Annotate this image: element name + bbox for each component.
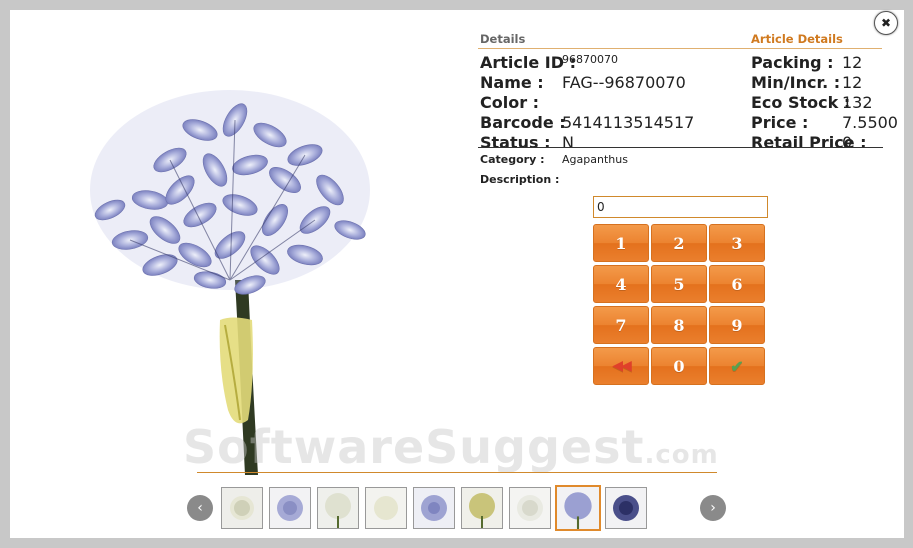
key-8[interactable]: 8 — [651, 306, 707, 344]
category-label: Category : — [480, 153, 545, 166]
price-label: Price : — [751, 113, 809, 132]
status-label: Status : — [480, 133, 551, 152]
article-details-link[interactable]: Article Details — [751, 32, 843, 46]
confirm-button[interactable]: ✔ — [709, 347, 765, 385]
thumbnail-7[interactable] — [509, 487, 551, 529]
chevron-right-icon: › — [710, 500, 716, 516]
thumbnail-divider — [197, 472, 717, 473]
status-value: N — [562, 133, 574, 152]
name-value: FAG--96870070 — [562, 73, 686, 92]
description-label: Description : — [480, 173, 560, 186]
numeric-keypad: 1 2 3 4 5 6 7 8 9 ◀◀ 0 ✔ — [593, 224, 768, 386]
key-1[interactable]: 1 — [593, 224, 649, 262]
key-3[interactable]: 3 — [709, 224, 765, 262]
thumbnail-9[interactable] — [605, 487, 647, 529]
color-label: Color : — [480, 93, 540, 112]
prev-thumbnail-button[interactable]: ‹ — [187, 495, 213, 521]
thumbnail-6[interactable] — [461, 487, 503, 529]
price-value: 7.5500 — [842, 113, 898, 132]
details-panel: Details Article Details — [478, 30, 882, 49]
quantity-input[interactable] — [593, 196, 768, 218]
close-icon: ✖ — [880, 16, 892, 30]
eco-stock-value: 132 — [842, 93, 873, 112]
retail-price-value: 0 — [842, 133, 853, 152]
thumbnail-1[interactable] — [221, 487, 263, 529]
name-label: Name : — [480, 73, 544, 92]
barcode-value: 5414113514517 — [562, 113, 695, 132]
key-9[interactable]: 9 — [709, 306, 765, 344]
check-icon: ✔ — [730, 356, 744, 376]
key-5[interactable]: 5 — [651, 265, 707, 303]
details-header: Details Article Details — [478, 30, 882, 49]
article-id-value: 96870070 — [562, 53, 618, 66]
thumbnail-8-selected[interactable] — [555, 485, 601, 531]
key-6[interactable]: 6 — [709, 265, 765, 303]
key-4[interactable]: 4 — [593, 265, 649, 303]
thumbnail-2[interactable] — [269, 487, 311, 529]
eco-stock-label: Eco Stock : — [751, 93, 851, 112]
double-left-arrow-icon: ◀◀ — [612, 358, 631, 374]
key-2[interactable]: 2 — [651, 224, 707, 262]
details-title: Details — [480, 32, 526, 46]
key-7[interactable]: 7 — [593, 306, 649, 344]
next-thumbnail-button[interactable]: › — [700, 495, 726, 521]
packing-label: Packing : — [751, 53, 834, 72]
key-0[interactable]: 0 — [651, 347, 707, 385]
details-separator — [478, 147, 883, 148]
min-incr-label: Min/Incr. : — [751, 73, 841, 92]
thumbnail-3[interactable] — [317, 487, 359, 529]
packing-value: 12 — [842, 53, 863, 72]
category-value: Agapanthus — [562, 153, 628, 166]
backspace-button[interactable]: ◀◀ — [593, 347, 649, 385]
barcode-label: Barcode : — [480, 113, 566, 132]
thumbnail-4[interactable] — [365, 487, 407, 529]
product-image — [90, 90, 370, 475]
chevron-left-icon: ‹ — [197, 500, 203, 516]
min-incr-value: 12 — [842, 73, 863, 92]
thumbnail-5[interactable] — [413, 487, 455, 529]
